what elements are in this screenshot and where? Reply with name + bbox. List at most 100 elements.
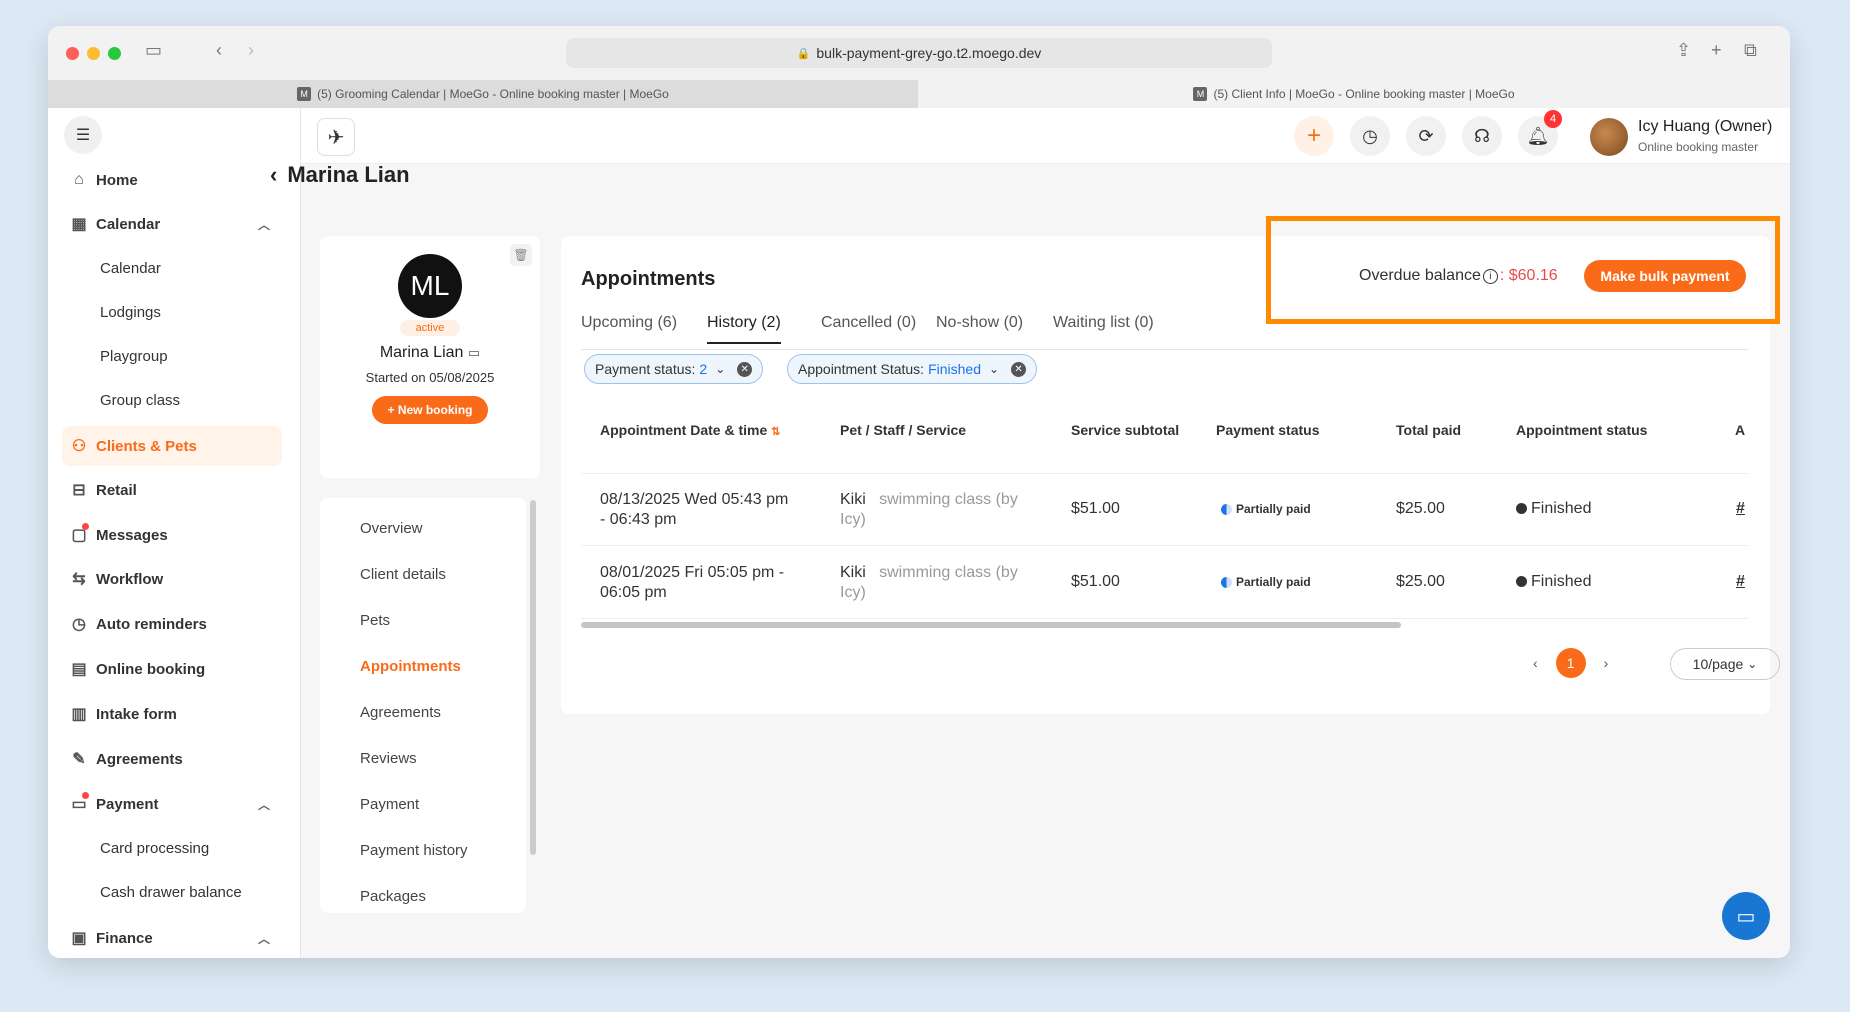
- sidebar-item-clients-pets[interactable]: ⚇ Clients & Pets: [62, 426, 282, 466]
- payment-status: Partially paid: [1221, 575, 1311, 589]
- workflow-icon: ⇆: [72, 571, 86, 588]
- sidebar-item-cash-drawer[interactable]: Cash drawer balance: [62, 872, 282, 912]
- close-window-button[interactable]: [66, 46, 79, 60]
- chevron-left-icon[interactable]: ‹: [270, 162, 277, 188]
- tab-waiting-list[interactable]: Waiting list (0): [1053, 314, 1154, 332]
- client-nav-payment-history[interactable]: Payment history: [360, 842, 468, 859]
- unread-dot: [82, 523, 89, 530]
- sidebar-item-workflow[interactable]: ⇆ Workflow: [62, 559, 282, 599]
- avatar: ML: [398, 254, 462, 318]
- headset-icon[interactable]: ☊: [1462, 116, 1502, 156]
- sidebar-item-messages[interactable]: ▢ Messages: [62, 515, 282, 555]
- overdue-amount: : $60.16: [1499, 267, 1558, 284]
- info-icon[interactable]: i: [1482, 268, 1498, 284]
- tabs-overview-icon[interactable]: ⧉: [1744, 40, 1757, 61]
- table-row[interactable]: 08/13/2025 Wed 05:43 pm - 06:43 pm Kiki s…: [581, 474, 1748, 546]
- sidebar-item-auto-reminders[interactable]: ◷ Auto reminders: [62, 604, 282, 644]
- sidebar-item-online-booking[interactable]: ▤ Online booking: [62, 649, 282, 689]
- col-a: A: [1735, 422, 1746, 438]
- status-badge: active: [400, 320, 460, 336]
- row-link[interactable]: #: [1736, 573, 1745, 591]
- tab-title: (5) Grooming Calendar | MoeGo - Online b…: [317, 87, 669, 101]
- client-nav-agreements[interactable]: Agreements: [360, 704, 441, 721]
- tab-grooming-calendar[interactable]: M (5) Grooming Calendar | MoeGo - Online…: [48, 80, 918, 108]
- sidebar-item-group-class[interactable]: Group class: [62, 380, 282, 420]
- clear-filter-icon[interactable]: ✕: [1011, 361, 1027, 377]
- tab-cancelled[interactable]: Cancelled (0): [821, 314, 916, 332]
- sidebar-item-calendar[interactable]: ▦ Calendar ︿: [62, 204, 282, 244]
- tab-upcoming[interactable]: Upcoming (6): [581, 314, 677, 332]
- col-payment-status: Payment status: [1216, 422, 1320, 438]
- address-bar[interactable]: 🔒 bulk-payment-grey-go.t2.moego.dev: [566, 38, 1272, 68]
- avatar[interactable]: [1590, 118, 1628, 156]
- table-horizontal-scrollbar[interactable]: [581, 622, 1401, 628]
- chevron-up-icon: ︿: [257, 797, 270, 812]
- tab-history[interactable]: History (2): [707, 314, 781, 344]
- client-nav-payment[interactable]: Payment: [360, 796, 419, 813]
- tab-no-show[interactable]: No-show (0): [936, 314, 1023, 332]
- hamburger-menu-button[interactable]: ☰: [64, 116, 102, 154]
- add-icon[interactable]: +: [1294, 116, 1334, 156]
- lock-icon: 🔒: [796, 47, 811, 60]
- payment-status-filter[interactable]: Payment status: 2 ⌄ ✕: [584, 354, 764, 384]
- client-nav-scrollbar[interactable]: [530, 500, 536, 855]
- chat-icon[interactable]: ▭: [1722, 892, 1770, 940]
- bell-icon[interactable]: 🔔︎ 4: [1518, 110, 1562, 156]
- share-icon[interactable]: ⇪: [1676, 40, 1691, 61]
- appointment-status-filter[interactable]: Appointment Status: Finished ⌄ ✕: [787, 354, 1038, 384]
- minimize-window-button[interactable]: [87, 46, 100, 60]
- clear-filter-icon[interactable]: ✕: [737, 361, 753, 377]
- home-icon: ⌂: [74, 171, 84, 188]
- page-title[interactable]: ‹ Marina Lian: [270, 162, 410, 188]
- client-nav-packages[interactable]: Packages: [360, 888, 426, 905]
- moego-favicon-icon: M: [1193, 87, 1208, 101]
- table-row[interactable]: 08/01/2025 Fri 05:05 pm -06:05 pm Kiki s…: [581, 547, 1748, 619]
- sync-icon[interactable]: ⟳: [1406, 116, 1446, 156]
- total-paid: $25.00: [1396, 573, 1445, 590]
- chevron-right-icon[interactable]: ›: [1604, 655, 1609, 671]
- sidebar-item-agreements[interactable]: ✎ Agreements: [62, 739, 282, 779]
- maximize-window-button[interactable]: [108, 46, 121, 60]
- moego-favicon-icon: M: [297, 87, 312, 101]
- sidebar-item-retail[interactable]: ⊟ Retail: [62, 470, 282, 510]
- sidebar-item-payment[interactable]: ▭ Payment ︿: [62, 784, 282, 824]
- client-nav-client-details[interactable]: Client details: [360, 566, 446, 583]
- chevron-left-icon[interactable]: ‹: [1533, 655, 1538, 671]
- client-nav-overview[interactable]: Overview: [360, 520, 423, 537]
- appointment-date: 08/13/2025 Wed 05:43 pm - 06:43 pm: [600, 491, 789, 528]
- sidebar-item-finance[interactable]: ▣ Finance ︿: [62, 918, 282, 958]
- page-number[interactable]: 1: [1555, 648, 1586, 678]
- client-nav-pets[interactable]: Pets: [360, 612, 390, 629]
- appointment-status: Finished: [1516, 573, 1591, 591]
- tab-client-info[interactable]: M (5) Client Info | MoeGo - Online booki…: [918, 80, 1790, 108]
- sidebar-toggle-icon[interactable]: ▭: [145, 40, 162, 61]
- sidebar-item-home[interactable]: ⌂ Home: [62, 160, 282, 200]
- sidebar-item-calendar-sub[interactable]: Calendar: [62, 248, 282, 288]
- user-name[interactable]: Icy Huang (Owner): [1638, 118, 1772, 136]
- sidebar-item-intake-form[interactable]: ▥ Intake form: [62, 694, 282, 734]
- status-dot-icon: [1516, 576, 1527, 588]
- forward-icon[interactable]: ›: [248, 40, 254, 61]
- col-total-paid: Total paid: [1396, 422, 1462, 438]
- sidebar-item-lodgings[interactable]: Lodgings: [62, 292, 282, 332]
- row-link[interactable]: #: [1736, 500, 1745, 518]
- new-tab-icon[interactable]: +: [1711, 40, 1722, 61]
- moego-logo-icon[interactable]: ✈: [317, 118, 355, 156]
- contact-card-icon[interactable]: ▭: [468, 345, 480, 360]
- sidebar-item-playgroup[interactable]: Playgroup: [62, 336, 282, 376]
- client-nav-reviews[interactable]: Reviews: [360, 750, 417, 767]
- back-icon[interactable]: ‹: [216, 40, 222, 61]
- client-nav-appointments[interactable]: Appointments: [360, 658, 461, 675]
- clock-icon[interactable]: ◷: [1350, 116, 1390, 156]
- col-date[interactable]: Appointment Date & time ⇅: [600, 422, 780, 438]
- page-size-select[interactable]: 10/page ⌄: [1670, 648, 1780, 680]
- make-bulk-payment-button[interactable]: Make bulk payment: [1584, 260, 1746, 292]
- user-role: Online booking master: [1638, 140, 1759, 154]
- trash-icon[interactable]: 🗑︎: [510, 244, 532, 266]
- sort-icon[interactable]: ⇅: [771, 426, 780, 438]
- url-text: bulk-payment-grey-go.t2.moego.dev: [816, 45, 1042, 61]
- new-booking-button[interactable]: + New booking: [372, 396, 488, 424]
- appointment-status: Finished: [1516, 500, 1591, 518]
- sidebar-item-card-processing[interactable]: Card processing: [62, 828, 282, 868]
- payment-icon: ▭: [62, 792, 96, 814]
